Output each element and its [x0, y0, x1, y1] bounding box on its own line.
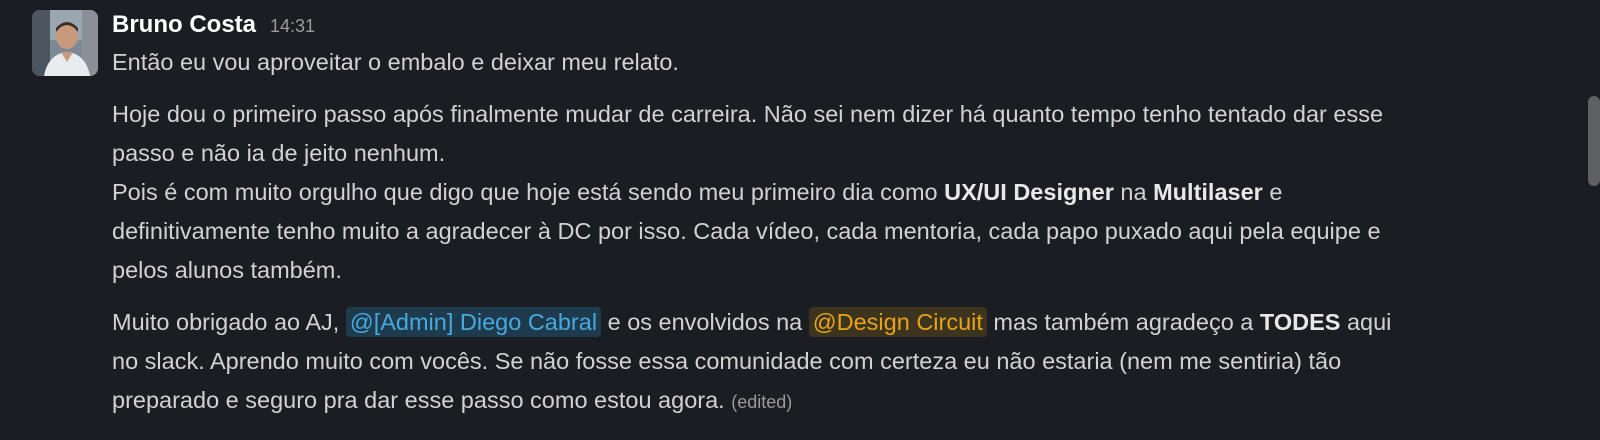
message-text: passo e não ia de jeito nenhum. — [112, 140, 446, 166]
bold-text: TODES — [1259, 309, 1341, 335]
author-name[interactable]: Bruno Costa — [112, 10, 256, 40]
message-paragraph-3: Pois é com muito orgulho que digo que ho… — [112, 173, 1572, 290]
message-text: Pois é com muito orgulho que digo que ho… — [112, 179, 945, 205]
message-text: no slack. Aprendo muito com vocês. Se nã… — [112, 348, 1342, 374]
message-text: definitivamente tenho muito a agradecer … — [112, 218, 1381, 244]
group-mention[interactable]: @Design Circuit — [808, 307, 987, 337]
message: Bruno Costa 14:31 Então eu vou aproveita… — [32, 10, 1572, 440]
message-line: preparado e seguro pra dar esse passo co… — [112, 381, 1572, 422]
timestamp[interactable]: 14:31 — [270, 11, 315, 41]
message-text: e os envolvidos na — [601, 309, 809, 335]
message-text: Então eu vou aproveitar o embalo e deixa… — [112, 49, 679, 75]
edited-label: (edited) — [731, 392, 793, 412]
message-text: mas também agradeço a — [986, 309, 1260, 335]
message-text: e — [1262, 179, 1283, 205]
message-text: pelos alunos também. — [112, 257, 342, 283]
user-mention[interactable]: @[Admin] Diego Cabral — [345, 307, 602, 337]
message-paragraph-4: Muito obrigado ao AJ, @[Admin] Diego Cab… — [112, 303, 1572, 422]
message-line: Pois é com muito orgulho que digo que ho… — [112, 173, 1572, 212]
message-header: Bruno Costa 14:31 — [112, 10, 1572, 40]
message-line: Muito obrigado ao AJ, @[Admin] Diego Cab… — [112, 303, 1572, 342]
message-paragraph-1: Então eu vou aproveitar o embalo e deixa… — [112, 43, 1572, 82]
message-text: aqui — [1340, 309, 1392, 335]
message-text: preparado e seguro pra dar esse passo co… — [112, 387, 732, 413]
message-text: na — [1113, 179, 1154, 205]
bold-text: UX/UI Designer — [944, 179, 1114, 205]
scrollbar-thumb[interactable] — [1588, 96, 1600, 186]
message-content: Bruno Costa 14:31 Então eu vou aproveita… — [112, 10, 1572, 422]
bold-text: Multilaser — [1153, 179, 1263, 205]
message-paragraph-2: Hoje dou o primeiro passo após finalment… — [112, 95, 1572, 173]
message-text: Hoje dou o primeiro passo após finalment… — [112, 101, 1384, 127]
message-text: Muito obrigado ao AJ, — [112, 309, 346, 335]
avatar-photo — [32, 10, 98, 76]
avatar[interactable] — [32, 10, 98, 76]
